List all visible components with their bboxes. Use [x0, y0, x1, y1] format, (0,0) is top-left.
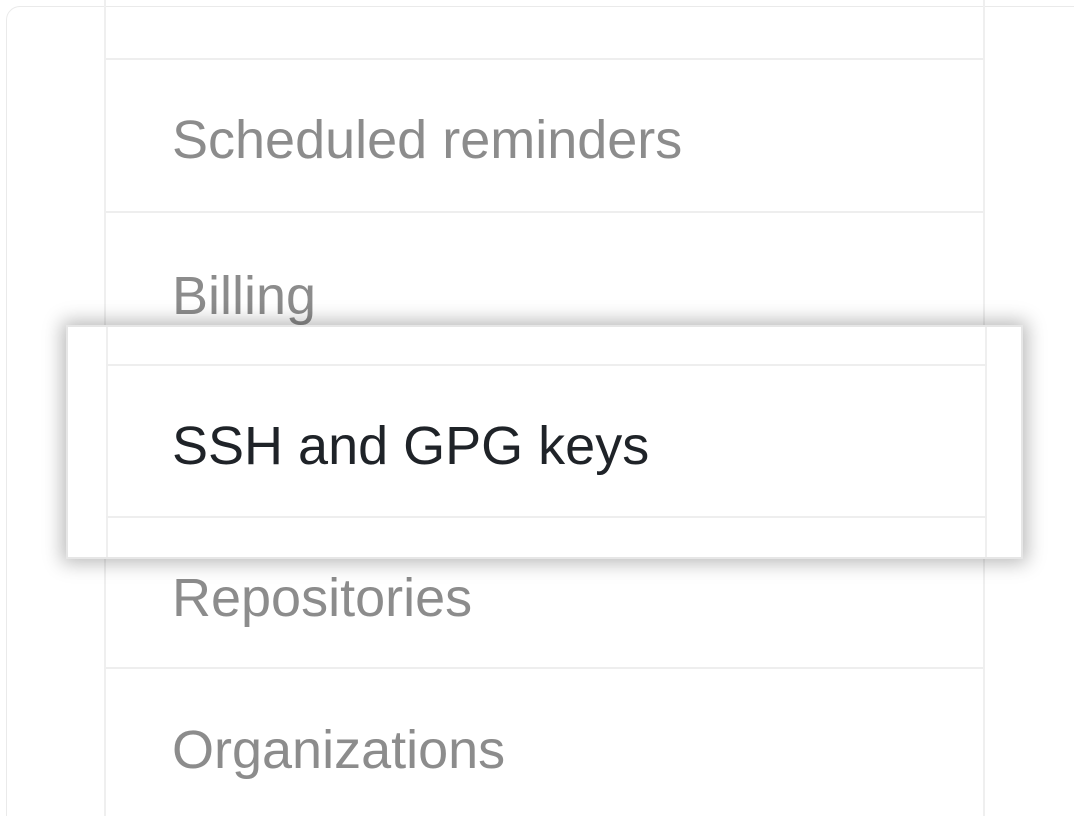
sidebar-item-label: Repositories: [172, 568, 473, 628]
sidebar-item-scheduled-reminders[interactable]: Scheduled reminders: [106, 58, 983, 211]
sidebar-item-label: Scheduled reminders: [172, 110, 683, 170]
divider: [106, 516, 987, 518]
sidebar-item-label: Organizations: [172, 720, 506, 780]
sidebar-item-organizations[interactable]: Organizations: [106, 667, 983, 816]
sidebar-item-label: Billing: [172, 266, 317, 326]
sidebar-item-label: SSH and GPG keys: [172, 416, 650, 476]
divider: [106, 364, 987, 366]
settings-page: Scheduled reminders Billing Repositories…: [0, 0, 1074, 816]
sidebar-item-ssh-and-gpg-keys[interactable]: SSH and GPG keys: [66, 325, 1023, 559]
